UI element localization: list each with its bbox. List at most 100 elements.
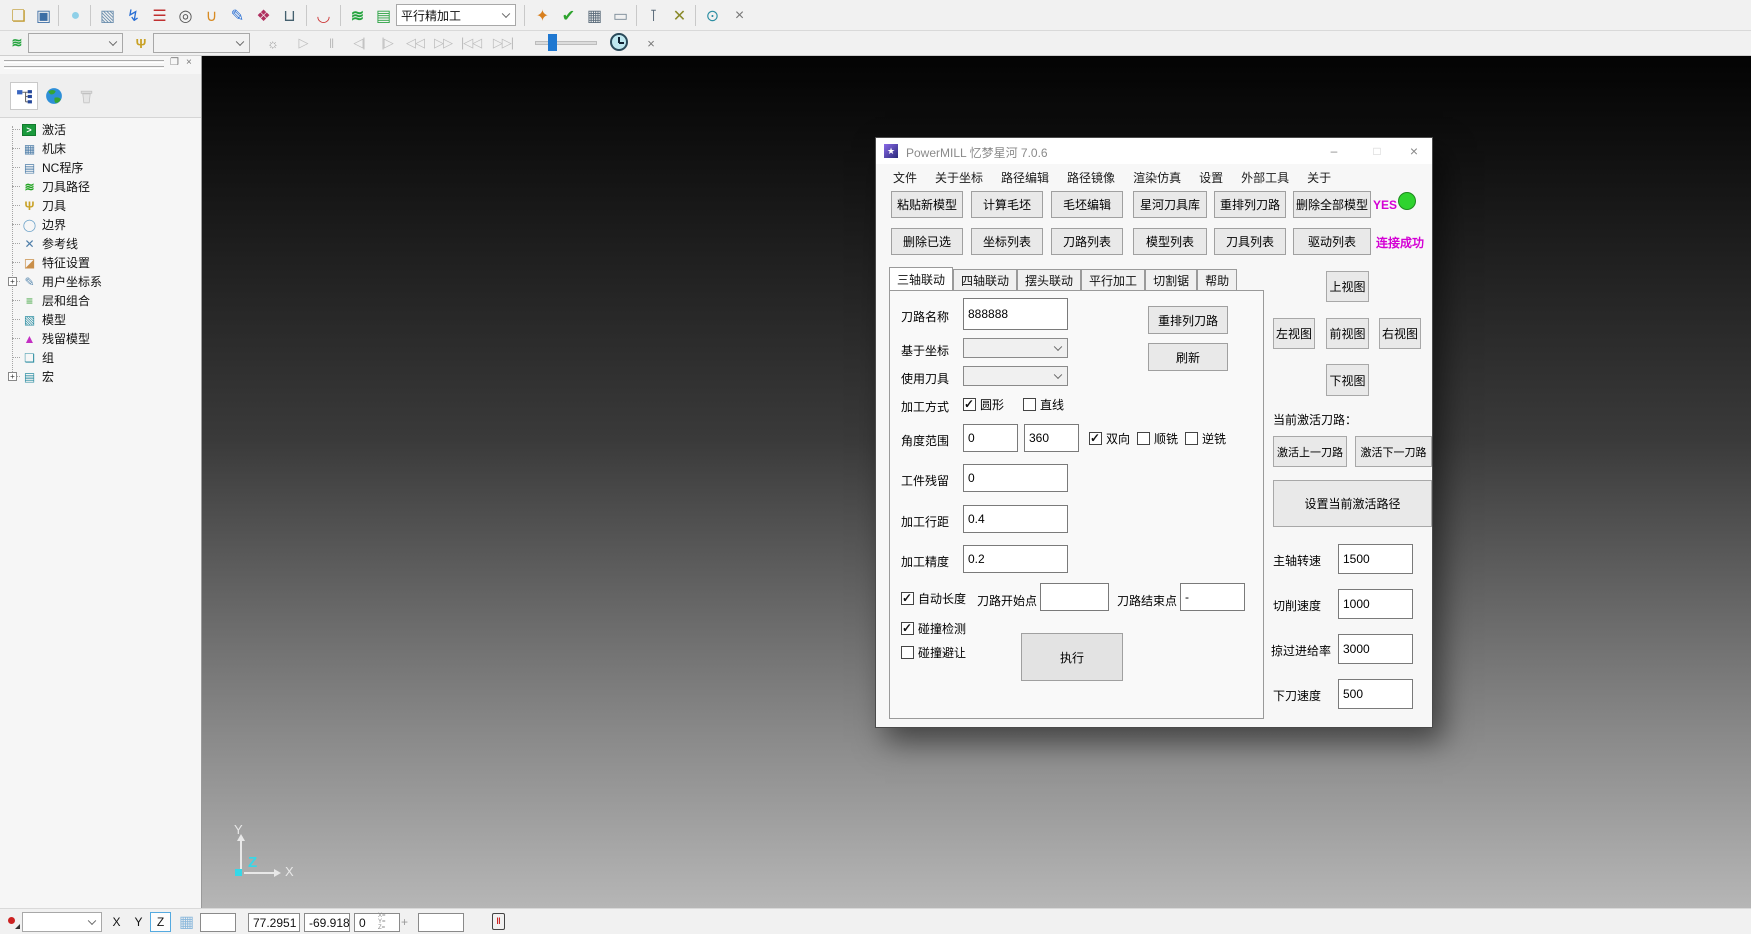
tool-pair-icon[interactable]: ⊺	[641, 3, 666, 28]
paste-new-model-button[interactable]: 粘贴新模型	[891, 191, 963, 218]
block-icon[interactable]: ▧	[95, 3, 120, 28]
tree-item-macros[interactable]: +▤宏	[0, 367, 200, 386]
zlevel-icon[interactable]: ☰	[147, 3, 172, 28]
rewind-icon[interactable]: ◁◁	[404, 32, 426, 54]
tree-item-models[interactable]: ▧模型	[0, 310, 200, 329]
feeds-speeds-icon[interactable]: ✦	[530, 3, 555, 28]
go-to-end-icon[interactable]: ▷▷|	[492, 32, 514, 54]
slider-handle[interactable]	[548, 34, 557, 51]
coord-x-input[interactable]	[248, 913, 300, 932]
tree-item-tools[interactable]: Ψ刀具	[0, 196, 200, 215]
sim-tool-icon[interactable]: Ψ	[130, 32, 152, 54]
tolerance-readout-input[interactable]	[418, 913, 464, 932]
locator-icon[interactable]: +	[394, 912, 415, 932]
angle-from-input[interactable]	[963, 424, 1018, 452]
coord-y-input[interactable]	[304, 913, 350, 932]
toolpath-strategy-icon[interactable]: ↯	[121, 3, 146, 28]
active-toolpath-icon[interactable]: ≋	[345, 3, 370, 28]
tolerance-input[interactable]	[963, 545, 1068, 573]
block-edit-button[interactable]: 毛坯编辑	[1051, 191, 1123, 218]
set-active-path-button[interactable]: 设置当前激活路径	[1273, 480, 1432, 527]
sim-toolbar-close-icon[interactable]: ×	[640, 32, 662, 54]
menu-file[interactable]: 文件	[884, 166, 926, 188]
menu-external-tools[interactable]: 外部工具	[1232, 166, 1298, 188]
rearrange-toolpaths-button[interactable]: 重排列刀路	[1214, 191, 1286, 218]
right-view-button[interactable]: 右视图	[1379, 318, 1421, 349]
model-list-button[interactable]: 模型列表	[1133, 228, 1207, 255]
tab-help[interactable]: 帮助	[1197, 269, 1237, 290]
base-coord-dropdown[interactable]	[963, 338, 1068, 358]
leads-links-icon[interactable]: ◡	[311, 3, 336, 28]
cutting-speed-input[interactable]	[1338, 589, 1413, 619]
tool-list-button[interactable]: 刀具列表	[1214, 228, 1286, 255]
toolholder-icon[interactable]: ⊔	[277, 3, 302, 28]
bidirectional-checkbox[interactable]: 双向	[1089, 430, 1130, 447]
tab-saw[interactable]: 切割锯	[1145, 269, 1197, 290]
sim-toolpath-dropdown[interactable]	[28, 33, 123, 53]
pause-plotting-icon[interactable]: ‖	[492, 913, 505, 930]
axis-y-button[interactable]: Y	[128, 912, 149, 932]
viewport-3d[interactable]: Y X Z ★ PowerMILL 忆梦星河 7.0.6 – □ × 文件 关于…	[202, 56, 1751, 908]
close-button[interactable]: ×	[1394, 138, 1434, 164]
delete-selected-button[interactable]: 删除已选	[891, 228, 963, 255]
rearrange-button[interactable]: 重排列刀路	[1148, 306, 1228, 334]
active-strategy-dropdown[interactable]: 平行精加工	[396, 4, 516, 26]
menu-about[interactable]: 关于	[1298, 166, 1340, 188]
end-point-input[interactable]	[1180, 583, 1245, 611]
execute-button[interactable]: 执行	[1021, 633, 1123, 681]
activate-prev-toolpath-button[interactable]: 激活上一刀路	[1273, 436, 1347, 467]
activate-next-toolpath-button[interactable]: 激活下一刀路	[1355, 436, 1432, 467]
record-point-icon[interactable]	[7, 916, 19, 928]
top-view-button[interactable]: 上视图	[1326, 271, 1369, 302]
tree-item-groups[interactable]: ❏组	[0, 348, 200, 367]
tree-item-activate[interactable]: >激活	[0, 120, 200, 139]
grid-size-input[interactable]	[200, 913, 236, 932]
grid-snap-icon[interactable]: ▦	[176, 912, 197, 932]
tree-item-levels-sets[interactable]: ≡层和组合	[0, 291, 200, 310]
tool-database-icon[interactable]: ⊙	[700, 3, 725, 28]
tree-view-tab[interactable]	[10, 82, 38, 110]
menu-coords[interactable]: 关于坐标	[926, 166, 992, 188]
drive-list-button[interactable]: 驱动列表	[1293, 228, 1371, 255]
transform-icon[interactable]: ✕	[667, 3, 692, 28]
ball-tool-icon[interactable]: ◎	[173, 3, 198, 28]
tab-head[interactable]: 摆头联动	[1017, 269, 1081, 290]
pattern-icon[interactable]: ❖	[251, 3, 276, 28]
coord-list-button[interactable]: 坐标列表	[971, 228, 1043, 255]
stepover-input[interactable]	[963, 505, 1068, 533]
panel-grabber[interactable]	[4, 66, 164, 69]
maximize-button[interactable]: □	[1357, 138, 1397, 164]
sim-tool-dropdown[interactable]	[153, 33, 250, 53]
angle-to-input[interactable]	[1024, 424, 1079, 452]
toolpath-list-button[interactable]: 刀路列表	[1051, 228, 1123, 255]
tab-4axis[interactable]: 四轴联动	[953, 269, 1017, 290]
delete-all-models-button[interactable]: 删除全部模型	[1293, 191, 1371, 218]
collision-avoid-checkbox[interactable]: 碰撞避让	[901, 644, 966, 661]
fast-forward-icon[interactable]: ▷▷	[432, 32, 454, 54]
climb-mill-checkbox[interactable]: 顺铣	[1137, 430, 1178, 447]
toolbar-close-icon[interactable]: ×	[727, 3, 752, 28]
measure-icon[interactable]: ▭	[608, 3, 633, 28]
menu-path-edit[interactable]: 路径编辑	[992, 166, 1058, 188]
stock-allowance-input[interactable]	[963, 464, 1068, 492]
conventional-mill-checkbox[interactable]: 逆铣	[1185, 430, 1226, 447]
close-panel-icon[interactable]: ×	[186, 57, 192, 68]
use-tool-dropdown[interactable]	[963, 366, 1068, 386]
calc-block-button[interactable]: 计算毛坯	[971, 191, 1043, 218]
spindle-speed-input[interactable]	[1338, 544, 1413, 574]
tree-item-feature-sets[interactable]: ◪特征设置	[0, 253, 200, 272]
panel-grabber[interactable]	[4, 60, 164, 63]
globe-view-tab[interactable]	[40, 82, 68, 110]
step-back-icon[interactable]: ◁|	[348, 32, 370, 54]
play-icon[interactable]: ▷	[292, 32, 314, 54]
strategy-list-icon[interactable]: ▤	[371, 3, 396, 28]
pause-icon[interactable]: ‖	[320, 32, 342, 54]
clock-icon[interactable]	[610, 33, 628, 51]
float-panel-icon[interactable]: ❐	[170, 57, 179, 68]
tab-3axis[interactable]: 三轴联动	[889, 267, 953, 290]
simulation-speed-slider[interactable]	[535, 41, 597, 45]
expand-icon[interactable]: +	[8, 372, 17, 381]
tree-item-machine-tool[interactable]: ▦机床	[0, 139, 200, 158]
linear-checkbox[interactable]: 直线	[1023, 396, 1064, 413]
skim-feed-input[interactable]	[1338, 634, 1413, 664]
